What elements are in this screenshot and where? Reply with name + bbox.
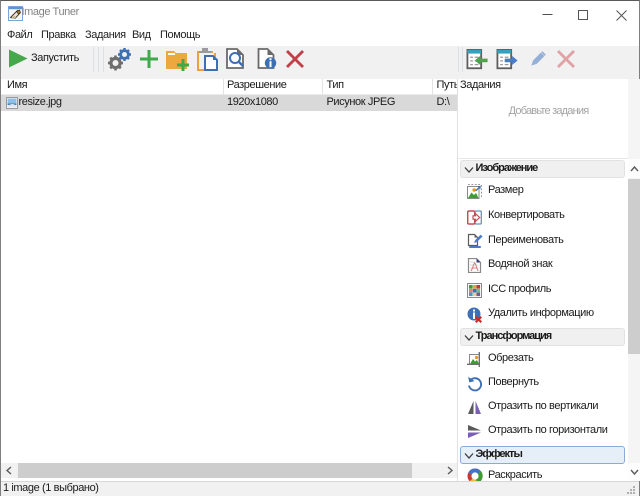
svg-text:A: A bbox=[471, 260, 479, 273]
